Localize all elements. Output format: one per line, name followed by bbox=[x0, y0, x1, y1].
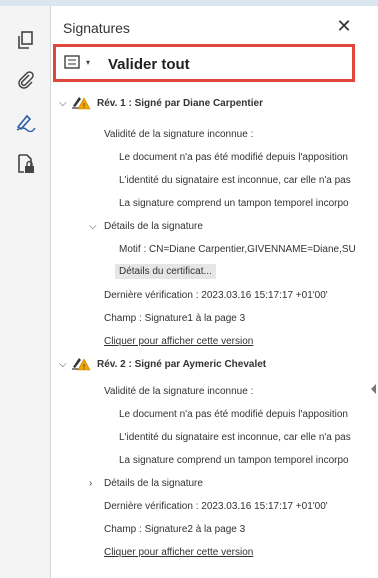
svg-text:!: ! bbox=[83, 102, 86, 110]
document-lock-icon[interactable] bbox=[14, 152, 38, 176]
rev1-line3: La signature comprend un tampon temporel… bbox=[119, 198, 349, 209]
chevron-down-icon[interactable]: ⌵ bbox=[59, 359, 67, 370]
chevron-down-icon[interactable]: ⌵ bbox=[59, 98, 67, 109]
chevron-down-icon: ▾ bbox=[86, 57, 91, 67]
signature-warning-icon: ! bbox=[72, 97, 91, 110]
signatures-toolbar: ▾ Valider tout bbox=[53, 44, 355, 82]
rev1-field: Champ : Signature1 à la page 3 bbox=[104, 313, 246, 324]
rev2-last-check: Dernière vérification : 2023.03.16 15:17… bbox=[104, 501, 328, 512]
certificate-details-link[interactable]: Détails du certificat... bbox=[115, 264, 216, 279]
close-icon[interactable]: ✕ bbox=[334, 16, 354, 36]
chevron-right-icon[interactable]: › bbox=[89, 478, 92, 489]
rev2-line1: Le document n'a pas été modifié depuis l… bbox=[119, 409, 348, 420]
left-tool-rail bbox=[0, 6, 51, 578]
collapse-panel-arrow-icon[interactable] bbox=[371, 384, 376, 394]
signature-pen-icon[interactable] bbox=[14, 110, 38, 134]
validate-all-button[interactable]: Valider tout bbox=[108, 56, 190, 73]
panel-scrollbar[interactable] bbox=[369, 6, 378, 578]
revision-2-title[interactable]: Rév. 2 : Signé par Aymeric Chevalet bbox=[97, 359, 266, 370]
rev1-validity: Validité de la signature inconnue : bbox=[104, 129, 254, 140]
rev1-details-toggle[interactable]: Détails de la signature bbox=[104, 221, 203, 232]
rev1-last-check: Dernière vérification : 2023.03.16 15:17… bbox=[104, 290, 328, 301]
signatures-panel: Signatures ✕ ▾ Valider tout ⌵ ! Rév. 1 :… bbox=[51, 6, 369, 578]
panel-title: Signatures bbox=[63, 20, 130, 36]
pages-icon[interactable] bbox=[14, 28, 38, 52]
options-menu-button[interactable]: ▾ bbox=[64, 55, 90, 69]
svg-text:!: ! bbox=[83, 363, 86, 371]
rev1-line1: Le document n'a pas été modifié depuis l… bbox=[119, 152, 348, 163]
attachment-icon[interactable] bbox=[14, 68, 38, 92]
rev2-details-toggle[interactable]: Détails de la signature bbox=[104, 478, 203, 489]
rev2-validity: Validité de la signature inconnue : bbox=[104, 386, 254, 397]
rev2-line3: La signature comprend un tampon temporel… bbox=[119, 455, 349, 466]
rev1-line2: L'identité du signataire est inconnue, c… bbox=[119, 175, 351, 186]
chevron-down-icon[interactable]: ⌵ bbox=[89, 221, 97, 232]
rev2-line2: L'identité du signataire est inconnue, c… bbox=[119, 432, 351, 443]
rev2-show-version-link[interactable]: Cliquer pour afficher cette version bbox=[104, 547, 253, 558]
rev1-show-version-link[interactable]: Cliquer pour afficher cette version bbox=[104, 336, 253, 347]
signature-warning-icon: ! bbox=[72, 358, 91, 371]
revision-1-title[interactable]: Rév. 1 : Signé par Diane Carpentier bbox=[97, 98, 263, 109]
rev2-field: Champ : Signature2 à la page 3 bbox=[104, 524, 246, 535]
list-options-icon bbox=[64, 55, 80, 69]
rev1-motif: Motif : CN=Diane Carpentier,GIVENNAME=Di… bbox=[119, 244, 356, 255]
